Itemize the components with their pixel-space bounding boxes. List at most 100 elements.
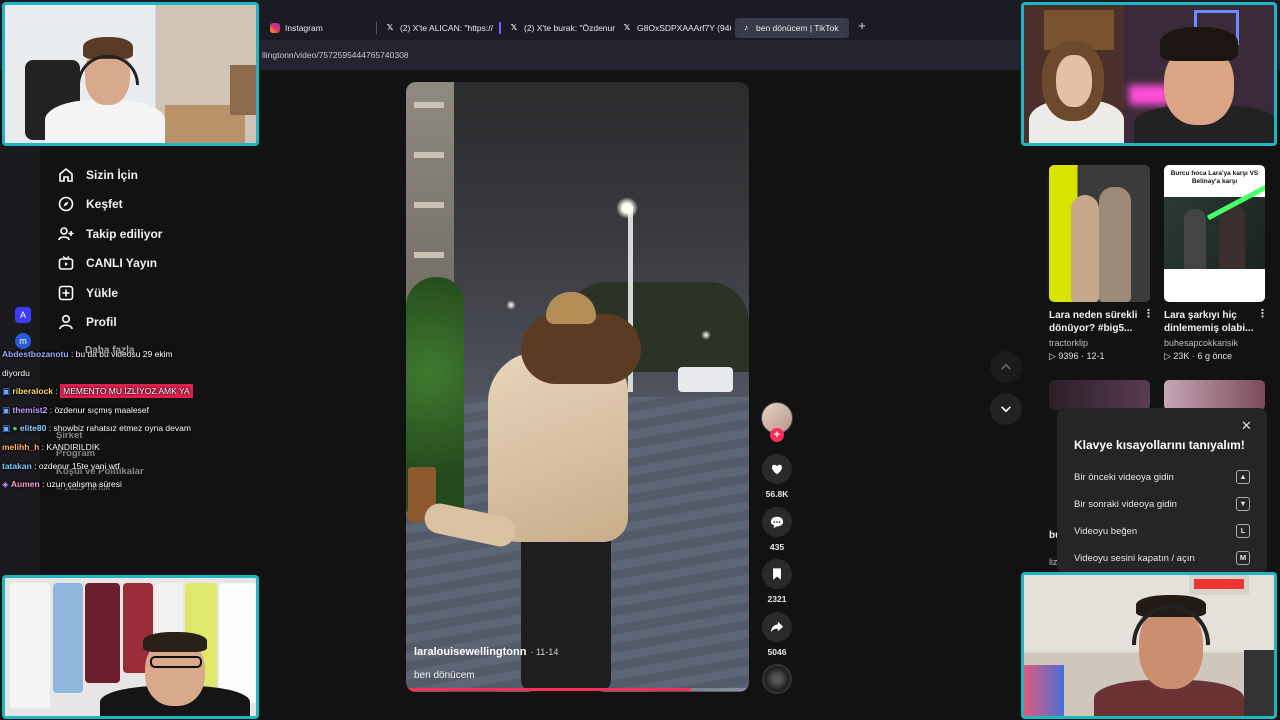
recommendation-card[interactable]: Lara neden sürekli dönüyor? #big5... tra…: [1049, 165, 1150, 362]
chat-message: ▣ themist2 : özdenur sıçmış maalesef: [2, 401, 262, 420]
recommendation-thumbnail[interactable]: Burcu hoca Lara'ya karşı VS Belinay'a ka…: [1164, 165, 1265, 302]
chat-username: riberalock: [12, 386, 54, 397]
video-progress-fill: [406, 688, 691, 691]
webcam-top-right: [1021, 2, 1277, 146]
follow-button[interactable]: +: [770, 428, 784, 442]
shortcut-label: Videoyu beğen: [1074, 525, 1138, 537]
chat-text: : uzun çalışma süresi: [39, 479, 122, 490]
chat-text: : KANDIRILDIK: [39, 441, 100, 452]
tab-x-burak[interactable]: 𝕏 (2) X'te burak: "Özdenur u: [503, 18, 618, 38]
recommendation-thumbnail[interactable]: [1164, 380, 1265, 410]
save-count: 2321: [767, 594, 787, 604]
comment-count: 435: [769, 542, 785, 552]
chat-message: ◈ Aumen : uzun çalışma süresi: [2, 475, 262, 494]
recommendation-views: 9396: [1058, 351, 1079, 361]
chat-username: tatakan: [2, 460, 32, 471]
chat-message: ▣ riberalock : MEMENTO MU İZLİYOZ AMK YA: [2, 382, 262, 401]
recommendation-card[interactable]: bu liz: [1049, 380, 1150, 567]
recommendation-views: 23K: [1173, 351, 1190, 361]
music-disc[interactable]: [762, 664, 792, 694]
coin-icon: ●: [12, 423, 20, 434]
badge-icon: ▣: [2, 423, 13, 434]
arrow-down-key-icon: ▼: [1236, 497, 1250, 511]
video-description: ben dönücem: [414, 670, 475, 681]
recommendation-thumbnail[interactable]: [1049, 380, 1150, 410]
recommendation-author[interactable]: tractorklip: [1049, 338, 1150, 348]
x-icon: 𝕏: [386, 23, 394, 32]
x-icon: 𝕏: [510, 23, 518, 32]
live-icon: [58, 256, 74, 271]
recommendation-author[interactable]: buhesapcokkarisik: [1164, 338, 1265, 348]
key-m-icon: M: [1236, 551, 1250, 565]
webcam-top-left: [2, 2, 259, 146]
video-scene-light: [701, 330, 711, 340]
key-l-icon: L: [1236, 524, 1250, 538]
chat-text: diyordu: [2, 367, 30, 378]
home-icon: [59, 167, 73, 182]
video-author[interactable]: laralouisewellingtonn · 11-14: [414, 646, 558, 658]
badge-icon: ▣: [2, 404, 13, 415]
shortcut-label: Videoyu sesini kapatın / açın: [1074, 552, 1195, 564]
next-video-button[interactable]: [990, 393, 1022, 425]
webcam-bottom-left: [2, 575, 259, 719]
chat-username: elite80: [19, 423, 47, 434]
chat-username: Aumen: [10, 479, 40, 490]
share-count: 5046: [767, 647, 787, 657]
sidebar-item-explore[interactable]: Keşfet: [58, 190, 162, 220]
video-date: · 11-14: [530, 647, 558, 657]
arrow-up-key-icon: ▲: [1236, 470, 1250, 484]
more-options-icon[interactable]: ⋮: [1257, 307, 1268, 320]
sidebar-item-live[interactable]: CANLI Yayın: [58, 249, 162, 279]
shortcut-row: Videoyu beğen L: [1074, 524, 1250, 538]
recommendation-card[interactable]: [1164, 380, 1265, 410]
heart-icon: [771, 464, 783, 475]
url-text: llingtonn/video/7572595444765740308: [262, 50, 409, 60]
tab-x-alican[interactable]: 𝕏 (2) X'te ALICAN: "https://: [379, 18, 495, 38]
tab-x-image[interactable]: 𝕏 G8OxSDPXAAArf7Y (946×: [616, 18, 731, 38]
close-icon[interactable]: ✕: [1241, 418, 1252, 434]
sidebar-nav: Sizin İçin Keşfet Takip ediliyor CANLI Y…: [58, 160, 162, 337]
share-action[interactable]: 5046: [760, 612, 794, 657]
comment-action[interactable]: 435: [760, 507, 794, 552]
shortcut-label: Bir sonraki videoya gidin: [1074, 498, 1177, 510]
shortcut-row: Videoyu sesini kapatın / açın M: [1074, 551, 1250, 565]
badge-icon: ▣: [2, 386, 13, 397]
keyboard-shortcuts-popup: ✕ Klavye kısayollarını tanıyalım! Bir ön…: [1057, 408, 1267, 573]
video-scene-van: [678, 367, 733, 392]
like-action[interactable]: 56.8K: [760, 454, 794, 499]
video-player[interactable]: laralouisewellingtonn · 11-14 ben dönücem: [406, 82, 749, 692]
previous-video-button[interactable]: [990, 351, 1022, 383]
app-icon[interactable]: A: [15, 307, 31, 323]
new-tab-button[interactable]: +: [855, 19, 869, 33]
sidebar-item-upload[interactable]: Yükle: [58, 278, 162, 308]
recommendation-date: 6 g önce: [1197, 351, 1232, 361]
chat-message: Abdestbozanotu : bu da bu videosu 29 eki…: [2, 345, 262, 364]
tab-instagram[interactable]: Instagram: [264, 18, 374, 38]
shortcuts-title: Klavye kısayollarını tanıyalım!: [1074, 438, 1245, 452]
recommendation-stats: ▷ 9396 · 12-1: [1049, 351, 1105, 361]
video-scene-light: [506, 300, 516, 310]
badge-icon: ◈: [2, 479, 11, 490]
instagram-icon: [270, 23, 280, 33]
like-count: 56.8K: [765, 489, 789, 499]
sidebar-item-profile[interactable]: Profil: [58, 308, 162, 338]
comment-icon: [770, 516, 784, 529]
tab-tiktok[interactable]: ♪ ben dönücem | TikTok: [735, 18, 849, 38]
video-progress-bar[interactable]: [406, 688, 749, 691]
chat-text: : bu da bu videosu 29 ekim: [68, 349, 173, 359]
more-options-icon[interactable]: ⋮: [1143, 307, 1154, 320]
save-action[interactable]: 2321: [760, 559, 794, 604]
sidebar-item-for-you[interactable]: Sizin İçin: [58, 160, 162, 190]
video-scene-person: [521, 520, 611, 692]
video-scene-person: [521, 314, 641, 384]
chat-username: melihh_h: [2, 441, 40, 452]
recommendation-card[interactable]: Burcu hoca Lara'ya karşı VS Belinay'a ka…: [1164, 165, 1265, 362]
compass-icon: [58, 196, 74, 212]
video-username[interactable]: laralouisewellingtonn: [414, 646, 526, 658]
recommendation-thumbnail[interactable]: [1049, 165, 1150, 302]
recommendation-date: 12-1: [1086, 351, 1105, 361]
chat-message: ▣ ● elite80 : showbiz rahatsız etmez oyn…: [2, 419, 262, 438]
shortcut-label: Bir önceki videoya gidin: [1074, 471, 1174, 483]
sidebar-item-following[interactable]: Takip ediliyor: [58, 219, 162, 249]
x-icon: 𝕏: [623, 23, 631, 32]
